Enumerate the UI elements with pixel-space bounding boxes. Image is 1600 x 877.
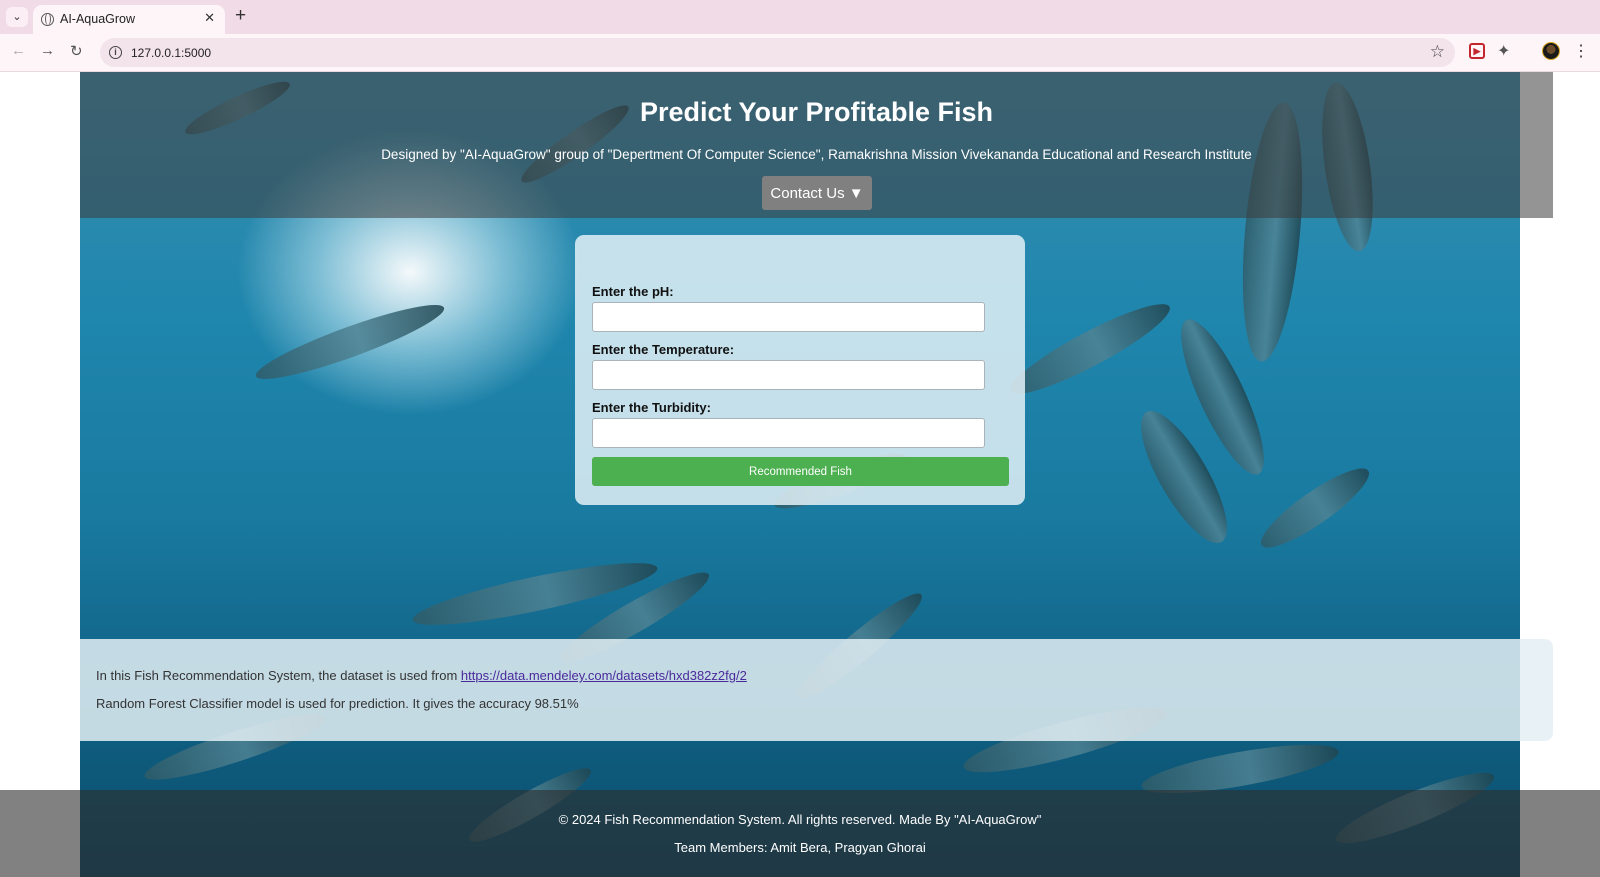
temperature-input[interactable] (592, 360, 985, 390)
site-info-icon[interactable]: i (109, 46, 122, 59)
avatar[interactable] (1542, 42, 1560, 60)
tab-title: AI-AquaGrow (60, 12, 136, 26)
plus-icon[interactable]: + (235, 5, 246, 27)
puzzle-icon[interactable]: ✦ (1497, 41, 1510, 61)
close-icon[interactable]: ✕ (204, 10, 215, 26)
star-icon[interactable]: ☆ (1430, 42, 1445, 62)
kebab-menu-icon[interactable]: ⋮ (1573, 41, 1589, 61)
globe-icon (41, 13, 54, 26)
turbidity-input[interactable] (592, 418, 985, 448)
forward-arrow-icon[interactable]: → (40, 42, 55, 59)
fish-shape (250, 293, 450, 391)
browser-toolbar: ← → ↻ i 127.0.0.1:5000 ☆ ▶ ✦ ⋮ (0, 34, 1600, 72)
turbidity-label: Enter the Turbidity: (592, 400, 711, 415)
recommend-fish-button[interactable]: Recommended Fish (592, 457, 1009, 486)
ph-label: Enter the pH: (592, 284, 674, 299)
contact-us-button[interactable]: Contact Us ▼ (762, 176, 872, 210)
page-title: Predict Your Profitable Fish (639, 97, 994, 127)
url-text[interactable]: 127.0.0.1:5000 (131, 46, 211, 60)
ph-input[interactable] (592, 302, 985, 332)
temperature-label: Enter the Temperature: (592, 342, 735, 357)
dataset-link[interactable]: https://data.mendeley.com/datasets/hxd38… (461, 668, 747, 683)
prediction-form: Enter the pH: Enter the Temperature: Ent… (575, 235, 1025, 505)
page-viewport: Predict Your Profitable Fish Designed by… (0, 72, 1600, 877)
browser-tab[interactable]: AI-AquaGrow ✕ (33, 5, 225, 34)
model-info: Random Forest Classifier model is used f… (96, 696, 579, 711)
browser-tab-bar: ⌄ AI-AquaGrow ✕ + (0, 0, 1600, 34)
info-panel: In this Fish Recommendation System, the … (80, 639, 1553, 741)
reload-icon[interactable]: ↻ (70, 42, 83, 60)
address-bar[interactable]: i 127.0.0.1:5000 ☆ (100, 38, 1455, 67)
page-footer: © 2024 Fish Recommendation System. All r… (0, 790, 1600, 877)
pdf-extension-icon[interactable]: ▶ (1469, 43, 1485, 59)
footer-team: Team Members: Amit Bera, Pragyan Ghorai (674, 840, 926, 855)
dataset-info: In this Fish Recommendation System, the … (96, 668, 747, 683)
dataset-info-text: In this Fish Recommendation System, the … (96, 668, 461, 683)
footer-copyright: © 2024 Fish Recommendation System. All r… (558, 812, 1042, 827)
page-subtitle: Designed by "AI-AquaGrow" group of "Depe… (381, 147, 1252, 162)
fish-shape (1252, 457, 1378, 559)
back-arrow-icon[interactable]: ← (11, 42, 26, 59)
tab-list-icon[interactable]: ⌄ (6, 7, 28, 27)
page-header: Predict Your Profitable Fish Designed by… (80, 72, 1553, 218)
fish-shape (1002, 291, 1178, 407)
